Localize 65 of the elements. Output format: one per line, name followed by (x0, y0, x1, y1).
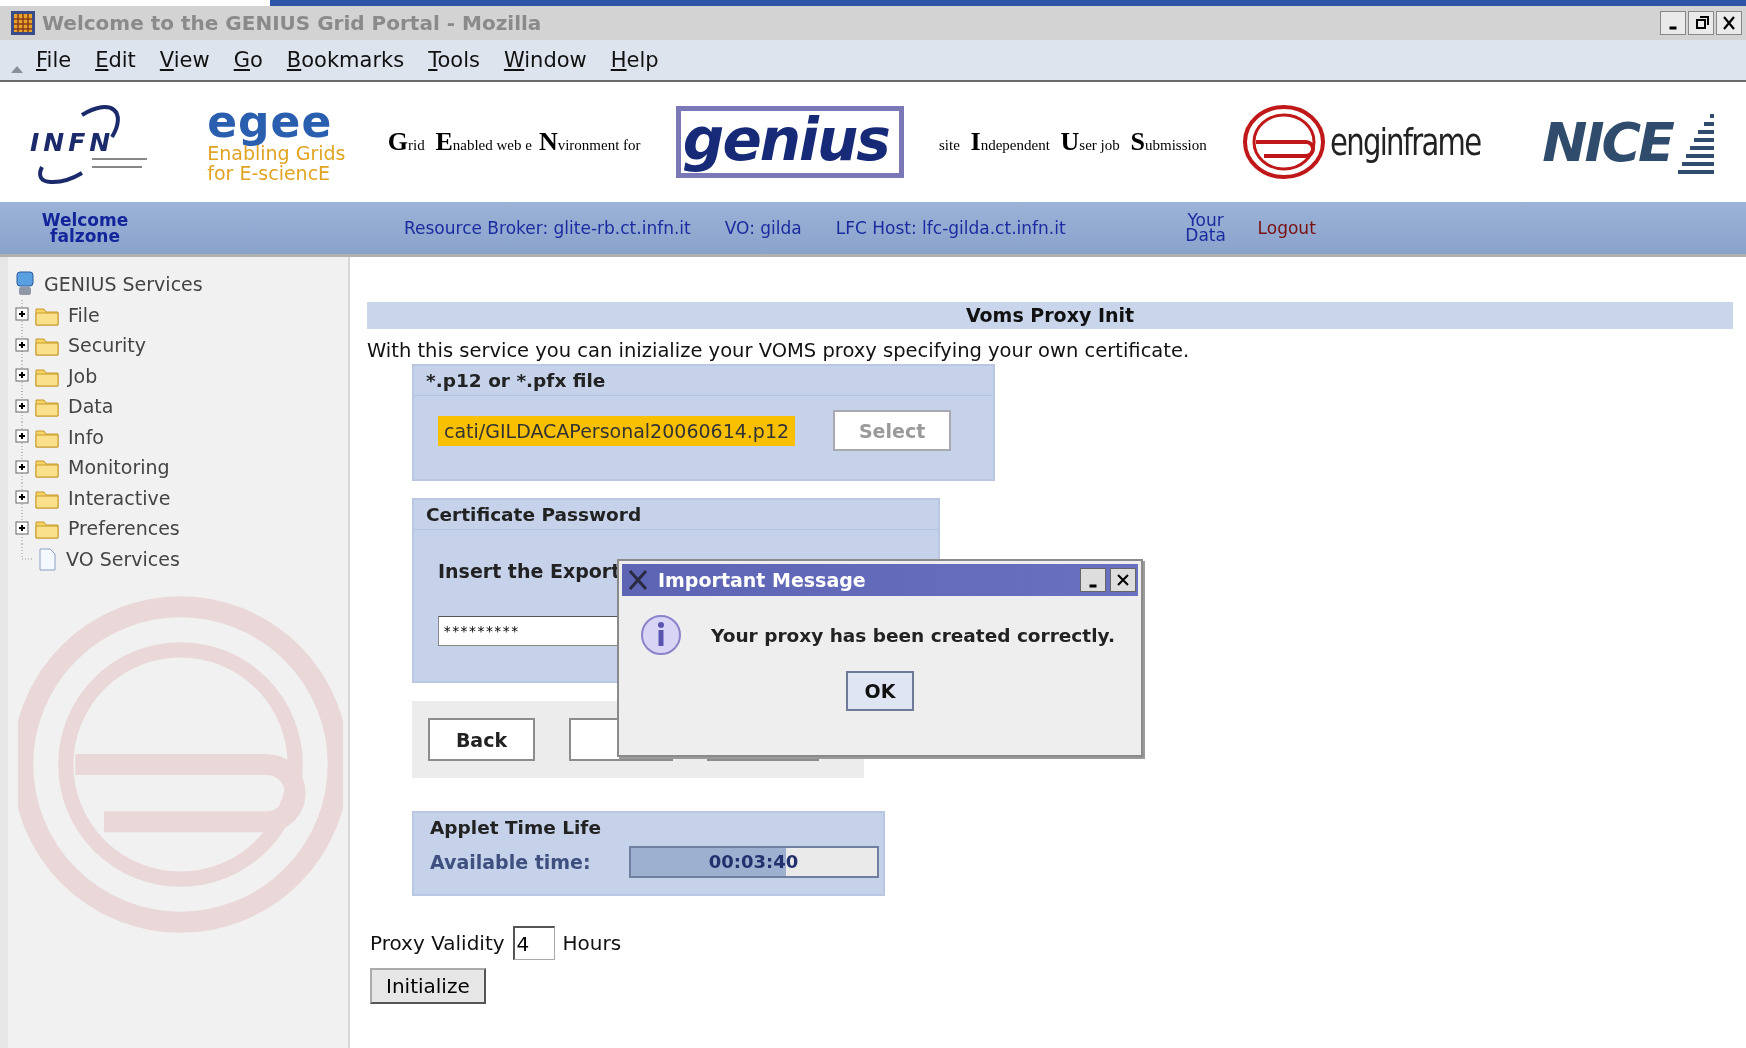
proxy-validity-label: Proxy Validity (370, 931, 505, 955)
egee-tagline: for E-sciencE (207, 164, 332, 184)
ok-button[interactable]: OK (846, 671, 914, 711)
welcome-label: Welcome (41, 211, 129, 228)
your-data-link[interactable]: Your Data (1183, 212, 1228, 244)
menu-item[interactable]: Window (491, 48, 599, 72)
panel-title: *.p12 or *.pfx file (414, 366, 993, 396)
info-icon (639, 613, 683, 657)
action-button[interactable]: Back (428, 718, 535, 761)
tree-item[interactable]: Security (68, 334, 147, 357)
tree-root-label[interactable]: GENIUS Services (44, 273, 203, 296)
tree-item[interactable]: Interactive (68, 486, 171, 509)
intro-text: With this service you can inizialize your VOMS proxy specifying your own certificate. (367, 339, 1191, 362)
enginframe-logo-text: enginframe (1329, 120, 1481, 164)
user-name: falzone (50, 228, 120, 245)
egee-tagline: Enabling Grids (207, 144, 346, 164)
site-caption: site Independent User job Submission (938, 127, 1207, 157)
close-button[interactable] (1716, 11, 1742, 35)
initialize-button[interactable]: Initialize (370, 968, 486, 1004)
computer-icon (14, 271, 36, 298)
file-path-field[interactable]: cati/GILDACAPersonal20060614.p12 (438, 415, 796, 446)
nice-logo-text: NICE (1542, 110, 1672, 174)
menu-item[interactable]: Tools (416, 48, 492, 72)
enginframe-emblem-icon (1241, 104, 1326, 180)
menu-item[interactable]: Edit (83, 48, 148, 72)
close-icon (1115, 572, 1131, 588)
egee-logo-text: egee (207, 100, 333, 145)
panel-title: Applet Time Life (429, 816, 602, 840)
tree-item[interactable]: Data (68, 395, 114, 418)
dialog-title: Important Message (658, 569, 867, 591)
available-time-label: Available time: (430, 851, 591, 873)
tree-item[interactable]: Monitoring (68, 456, 170, 479)
logout-link[interactable]: Logout (1257, 218, 1316, 238)
toolbar-grip-icon[interactable] (10, 64, 24, 74)
tree-item[interactable]: Info (68, 425, 104, 448)
menu-item[interactable]: Help (598, 48, 671, 72)
minimize-button[interactable] (1660, 11, 1686, 35)
tree-item[interactable]: File (68, 303, 100, 326)
tree-item[interactable]: Job (68, 364, 98, 387)
browser-app-icon (10, 10, 36, 36)
window-title: Welcome to the GENIUS Grid Portal - Mozilla (42, 11, 543, 35)
menu-item[interactable]: Go (221, 48, 275, 72)
password-prompt: Insert the Export (438, 560, 621, 582)
hours-label: Hours (562, 931, 622, 955)
minimize-icon (1669, 26, 1677, 30)
infn-logo-text: INFN (30, 127, 115, 157)
close-button[interactable] (1110, 568, 1136, 592)
resource-broker-text: Resource Broker: glite-rb.ct.infn.it (404, 218, 691, 238)
dialog-app-icon (628, 569, 648, 591)
document-icon (36, 546, 58, 571)
tree-item[interactable]: Preferences (68, 517, 180, 540)
page-heading: Voms Proxy Init (367, 302, 1733, 329)
menu-item[interactable]: Bookmarks (274, 48, 417, 72)
lfc-host-text: LFC Host: lfc-gilda.ct.infn.it (835, 218, 1066, 238)
minimize-icon (1089, 584, 1097, 588)
menu-item[interactable]: File (24, 48, 84, 72)
menu-item[interactable]: View (147, 48, 222, 72)
panel-title: Certificate Password (414, 500, 938, 530)
minimize-button[interactable] (1080, 568, 1106, 592)
dialog-message: Your proxy has been created correctly. (711, 624, 1115, 646)
restore-button[interactable] (1688, 11, 1714, 35)
tree-item[interactable]: VO Services (66, 547, 180, 570)
vo-text: VO: gilda (724, 218, 802, 238)
genius-logo: genius (675, 106, 904, 178)
hours-field[interactable]: 4 (512, 926, 555, 960)
